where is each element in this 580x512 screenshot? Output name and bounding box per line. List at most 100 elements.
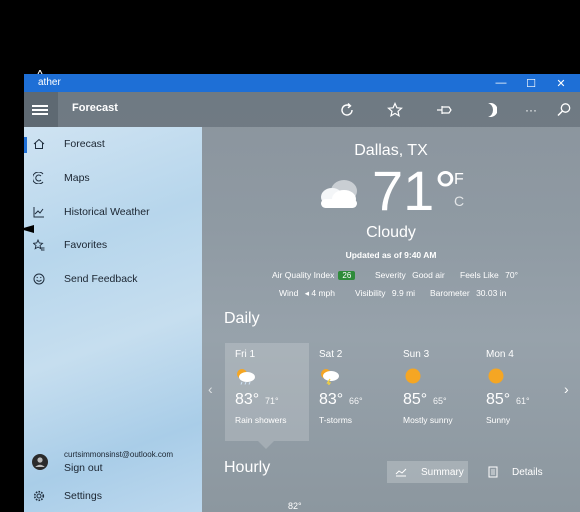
close-button[interactable]: ✕ [546,74,576,92]
maps-icon [24,172,54,184]
day-high: 83° [235,391,260,408]
day-low: 66° [349,396,363,406]
day-name: Sun 3 [403,349,430,360]
day-card[interactable]: Sat 2 83° 66° T-storms [309,343,393,441]
day-name: Mon 4 [486,349,514,360]
day-description: Mostly sunny [403,415,453,425]
current-temperature: 71° [372,159,457,222]
sidebar-item-settings[interactable]: Settings [24,482,202,510]
day-card[interactable]: Fri 1 83° 71° Rain showers [225,343,309,441]
feels-like-label: Feels Like [460,270,499,280]
search-icon[interactable] [554,100,574,120]
current-condition: Cloudy [366,224,416,241]
updated-time: Updated as of 9:40 AM [345,250,437,260]
details-label: Details [512,466,543,478]
sun-icon [488,368,504,384]
selection-pointer [258,441,274,449]
hourly-heading: Hourly [224,459,271,476]
sidebar-item-label: Forecast [64,138,105,150]
day-low: 61° [516,396,530,406]
visibility-value: 9.9 mi [391,288,416,298]
wind-row: Wind ◂ 4 mph [279,288,335,299]
wind-label: Wind [279,288,299,298]
severity-row: Severity Good air [375,270,445,280]
barometer-row: Barometer 30.03 in [430,288,506,298]
sidebar-item-favorites[interactable]: Favorites [24,231,202,259]
avatar [32,454,48,470]
daily-heading: Daily [224,310,260,327]
sidebar-item-label: Maps [64,172,90,184]
sidebar-item-label: Historical Weather [64,206,150,218]
day-high: 83° [319,391,344,408]
hamburger-menu-icon[interactable] [32,105,48,115]
sidebar-item-historical-weather[interactable]: Historical Weather [24,198,202,226]
severity-label: Severity [375,270,406,280]
unit-celsius[interactable]: C [454,193,464,209]
feels-like-row: Feels Like 70° [460,270,518,280]
account-email: curtsimmonsinst@outlook.com [64,450,174,459]
sidebar-item-label: Send Feedback [64,273,138,285]
maximize-button[interactable]: ☐ [516,74,546,92]
day-description: Sunny [486,415,511,425]
sidebar-item-label: Favorites [64,239,108,251]
minimize-button[interactable]: — [486,74,516,92]
moon-icon[interactable] [480,100,500,120]
sidebar-item-send-feedback[interactable]: Send Feedback [24,265,202,293]
barometer-value: 30.03 in [476,288,507,298]
chart-icon [395,468,407,477]
day-name: Fri 1 [235,349,255,360]
summary-tab[interactable]: Summary [387,461,468,483]
sidebar-item-forecast[interactable]: Forecast [24,130,202,158]
pin-icon[interactable] [434,100,454,120]
chevron-left-icon[interactable]: ‹ [208,381,213,397]
details-tab[interactable]: Details [480,461,560,483]
barometer-label: Barometer [430,288,470,298]
aqi-label: Air Quality Index [272,270,335,280]
summary-label: Summary [421,466,464,478]
home-icon [24,138,54,150]
more-icon[interactable]: ··· [521,100,541,120]
document-icon [488,466,498,478]
pointer-arrow-icon [20,225,34,233]
rain-icon [237,369,255,385]
account-item[interactable]: curtsimmonsinst@outlook.com Sign out [24,450,202,478]
weather-app-window: ather — ☐ ✕ Forecast ··· Forecast Maps H… [24,74,580,512]
feels-like-value: 70° [505,270,518,280]
smiley-icon [24,273,54,285]
storm-icon [321,369,339,385]
refresh-icon[interactable] [337,100,357,120]
visibility-row: Visibility 9.9 mi [355,288,415,298]
day-high: 85° [486,391,511,408]
chevron-right-icon[interactable]: › [564,381,569,397]
visibility-label: Visibility [355,288,386,298]
day-name: Sat 2 [319,349,343,360]
day-high: 85° [403,391,428,408]
severity-value: Good air [412,270,445,280]
sun-icon [405,368,421,384]
selection-indicator [24,137,27,153]
cloudy-icon [321,180,357,208]
wind-value: ◂ 4 mph [304,288,336,298]
aqi-badge: 26 [338,271,356,280]
forecast-content: Dallas, TX 71° F C Cloudy Updated as of … [202,127,580,512]
gear-icon [24,490,54,502]
day-card[interactable]: Mon 4 85° 61° Sunny [476,343,560,441]
star-icon[interactable] [385,100,405,120]
unit-fahrenheit[interactable]: F [454,171,464,189]
hourly-first-temp: 82° [288,501,302,511]
screen: ather — ☐ ✕ Forecast ··· Forecast Maps H… [0,0,580,512]
day-card[interactable]: Sun 3 85° 65° Mostly sunny [393,343,477,441]
day-low: 71° [265,396,279,406]
sidebar-item-label: Settings [64,490,102,502]
city-name: Dallas, TX [354,142,428,159]
sidebar-item-maps[interactable]: Maps [24,164,202,192]
page-title: Forecast [72,102,118,114]
sign-out-link[interactable]: Sign out [64,462,103,474]
window-title: ather [38,77,61,88]
day-description: T-storms [319,415,353,425]
day-low: 65° [433,396,447,406]
day-description: Rain showers [235,415,287,425]
title-bar: ather — ☐ ✕ [24,74,580,92]
favorites-icon [24,239,54,251]
air-quality-row: Air Quality Index 26 [272,270,356,280]
